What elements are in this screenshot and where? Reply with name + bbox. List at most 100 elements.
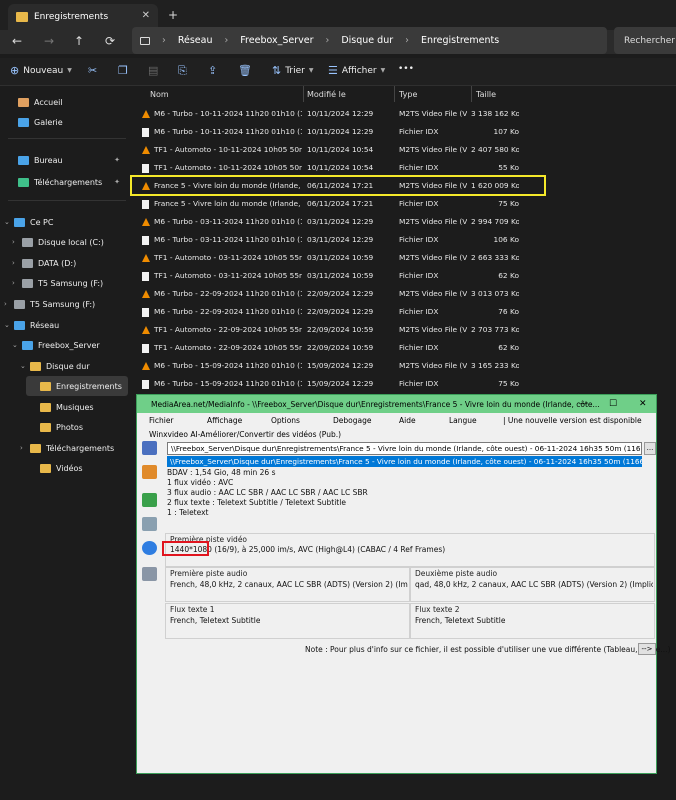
tools-icon[interactable] (142, 517, 157, 531)
ad-link[interactable]: Winxvideo AI-Améliorer/Convertir des vid… (149, 430, 341, 439)
column-header-modified[interactable]: Modifié le (307, 86, 346, 102)
column-divider[interactable] (394, 86, 395, 102)
file-date: 10/11/2024 10:54 (307, 163, 374, 172)
new-tab-button[interactable]: + (168, 8, 178, 22)
open-folder-icon[interactable] (142, 465, 157, 479)
maximize-button[interactable]: ☐ (609, 399, 617, 409)
refresh-icon[interactable]: ⟳ (105, 34, 115, 48)
sidebar-item-t5-f-2[interactable]: › T5 Samsung (F:) (4, 294, 126, 314)
sidebar-item-telechargements-2[interactable]: › Téléchargements (20, 438, 126, 458)
column-divider[interactable] (471, 86, 472, 102)
sidebar-item-videos[interactable]: Vidéos (30, 458, 126, 478)
change-view-button[interactable]: --> (638, 643, 656, 655)
idx-file-icon (142, 307, 149, 317)
file-row[interactable]: M6 - Turbo - 22-09-2024 11h20 01h10 (11.… (132, 303, 522, 321)
column-header-size[interactable]: Taille (476, 86, 496, 102)
sidebar-item-disque-dur[interactable]: ⌄ Disque dur (20, 356, 126, 376)
sidebar-item-telechargements[interactable]: Téléchargements ✦ (8, 172, 126, 192)
file-size: 75 Ko (498, 199, 519, 208)
file-row[interactable]: France 5 - Vivre loin du monde (Irlande,… (132, 195, 522, 213)
sidebar-item-disque-c[interactable]: › Disque local (C:) (12, 232, 126, 252)
breadcrumb-freebox[interactable]: Freebox_Server (240, 35, 313, 46)
menu-affichage[interactable]: Affichage (207, 416, 242, 425)
server-icon (22, 340, 33, 350)
back-icon[interactable]: ← (12, 34, 22, 48)
sort-icon: ⇅ (272, 64, 282, 77)
file-row[interactable]: M6 - Turbo - 10-11-2024 11h20 01h10 (11.… (132, 105, 522, 123)
new-button[interactable]: ⊕ Nouveau ▼ (10, 64, 72, 77)
file-row[interactable]: M6 - Turbo - 03-11-2024 11h20 01h10 (11.… (132, 231, 522, 249)
file-row[interactable]: TF1 - Automoto - 22-09-2024 10h05 55m ..… (132, 339, 522, 357)
address-bar[interactable]: › Réseau › Freebox_Server › Disque dur ›… (132, 27, 607, 54)
audio-track-1-title: Première piste audio (170, 569, 248, 578)
copy-button[interactable]: ❐ (118, 64, 132, 77)
column-divider[interactable] (303, 86, 304, 102)
file-select-option[interactable]: \\Freebox_Server\Disque dur\Enregistreme… (167, 456, 642, 467)
sidebar-item-enregistrements[interactable]: Enregistrements (26, 376, 128, 396)
file-type: Fichier IDX (399, 379, 439, 388)
more-button[interactable]: ••• (398, 64, 414, 74)
file-type: M2TS Video File (V... (399, 217, 467, 226)
pin-icon[interactable]: ✦ (114, 178, 120, 186)
sidebar-item-musiques[interactable]: Musiques (30, 397, 126, 417)
file-row[interactable]: M6 - Turbo - 10-11-2024 11h20 01h10 (11.… (132, 123, 522, 141)
file-row[interactable]: TF1 - Automoto - 10-11-2024 10h05 50m ..… (132, 141, 522, 159)
close-icon[interactable]: ✕ (142, 10, 150, 21)
menu-langue[interactable]: Langue (449, 416, 477, 425)
drive-icon (22, 258, 33, 268)
forward-icon[interactable]: → (44, 34, 54, 48)
update-notice[interactable]: | Une nouvelle version est disponible (503, 416, 642, 425)
delete-button[interactable]: 🗑 (238, 64, 256, 77)
column-header-name[interactable]: Nom (150, 86, 169, 102)
close-button[interactable]: ✕ (639, 399, 647, 409)
file-date: 22/09/2024 12:29 (307, 289, 374, 298)
file-row[interactable]: M6 - Turbo - 15-09-2024 11h20 01h10 (11.… (132, 357, 522, 375)
video-track-panel: Première piste vidéo 1440*1080 (16/9), à… (165, 533, 655, 567)
file-select[interactable]: \\Freebox_Server\Disque dur\Enregistreme… (167, 442, 642, 455)
mediainfo-titlebar[interactable]: MediaArea.net/MediaInfo - \\Freebox_Serv… (137, 395, 656, 413)
sidebar-item-bureau[interactable]: Bureau ✦ (8, 150, 126, 170)
file-row[interactable]: TF1 - Automoto - 03-11-2024 10h05 55m ..… (132, 267, 522, 285)
sort-button[interactable]: ⇅ Trier ▼ (272, 64, 313, 77)
up-icon[interactable]: ↑ (74, 34, 84, 48)
sidebar-item-accueil[interactable]: Accueil (8, 92, 126, 112)
info-icon[interactable] (142, 541, 157, 555)
file-name: TF1 - Automoto - 03-11-2024 10h05 55m ..… (142, 271, 302, 281)
minimize-button[interactable]: — (579, 399, 588, 409)
file-row[interactable]: TF1 - Automoto - 03-11-2024 10h05 55m ..… (132, 249, 522, 267)
menu-options[interactable]: Options (271, 416, 300, 425)
breadcrumb-reseau[interactable]: Réseau (178, 35, 213, 46)
breadcrumb-enregistrements[interactable]: Enregistrements (421, 35, 499, 46)
browse-button[interactable]: ... (644, 442, 656, 455)
column-header-type[interactable]: Type (399, 86, 417, 102)
pin-icon[interactable]: ✦ (114, 156, 120, 164)
file-row[interactable]: M6 - Turbo - 15-09-2024 11h20 01h10 (11.… (132, 375, 522, 393)
search-input[interactable]: Rechercher d (614, 27, 676, 54)
menu-debogage[interactable]: Debogage (333, 416, 371, 425)
download-icon (18, 177, 29, 187)
sidebar-item-galerie[interactable]: Galerie (8, 112, 126, 132)
menu-fichier[interactable]: Fichier (149, 416, 174, 425)
view-button[interactable]: ☰ Afficher ▼ (328, 64, 385, 77)
rename-button[interactable]: ⎘ (178, 64, 191, 78)
paste-button[interactable]: ▤ (148, 64, 162, 77)
trash-icon: 🗑 (238, 64, 252, 77)
breadcrumb-disque[interactable]: Disque dur (341, 35, 393, 46)
cut-button[interactable]: ✂ (88, 64, 101, 77)
sidebar-item-t5-f[interactable]: › T5 Samsung (F:) (12, 273, 126, 293)
file-row[interactable]: M6 - Turbo - 22-09-2024 11h20 01h10 (11.… (132, 285, 522, 303)
folder-icon (40, 381, 51, 391)
sidebar-item-data-d[interactable]: › DATA (D:) (12, 253, 126, 273)
open-file-icon[interactable] (142, 441, 157, 455)
menu-aide[interactable]: Aide (399, 416, 416, 425)
sidebar-item-ce-pc[interactable]: ⌄ Ce PC (4, 212, 126, 232)
preferences-icon[interactable] (142, 567, 157, 581)
sidebar-item-freebox[interactable]: ⌄ Freebox_Server (12, 335, 126, 355)
file-row[interactable]: TF1 - Automoto - 22-09-2024 10h05 55m ..… (132, 321, 522, 339)
export-icon[interactable] (142, 493, 157, 507)
share-button[interactable]: ⇪ (208, 64, 221, 77)
file-row[interactable]: M6 - Turbo - 03-11-2024 11h20 01h10 (11.… (132, 213, 522, 231)
sidebar-item-photos[interactable]: Photos (30, 417, 126, 437)
sidebar-item-reseau[interactable]: ⌄ Réseau (4, 315, 126, 335)
idx-file-icon (142, 271, 149, 281)
